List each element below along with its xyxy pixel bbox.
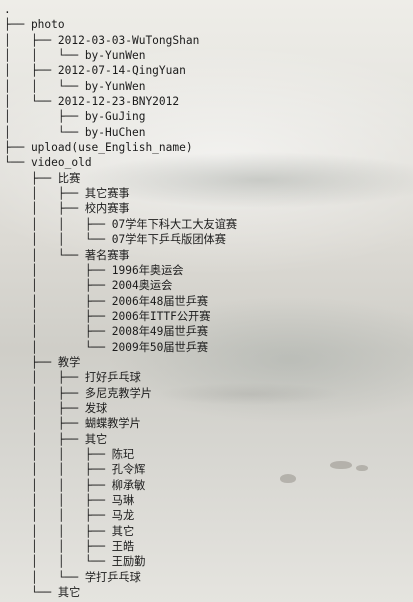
tree-line: │ ├── 打好乒乓球: [4, 371, 141, 385]
tree-line: │ ├── 2006年ITTF公开赛: [4, 309, 211, 323]
tree-line: └── video_old: [4, 156, 92, 170]
tree-line: │ └── by-HuChen: [4, 125, 146, 139]
tree-line: .: [4, 3, 11, 16]
tree-line: │ │ ├── 马琳: [4, 494, 135, 507]
tree-line: ├── 教学: [4, 355, 81, 369]
tree-line: └── 其它: [4, 586, 81, 600]
duck-shape: [356, 465, 368, 471]
tree-line: │ ├── 蝴蝶教学片: [4, 417, 141, 431]
tree-line: │ │ ├── 07学年下科大工大友谊赛: [4, 217, 238, 231]
tree-line: │ ├── 1996年奥运会: [4, 263, 184, 277]
duck-shape: [330, 461, 352, 469]
tree-line: │ ├── by-GuJing: [4, 110, 146, 124]
tree-line: │ │ └── by-YunWen: [4, 79, 146, 93]
tree-line: │ │ ├── 马龙: [4, 509, 135, 523]
tree-line: │ ├── 发球: [4, 401, 108, 415]
tree-line: │ ├── 其它赛事: [4, 187, 130, 201]
directory-tree: . ├── photo │ ├── 2012-03-03-WuTongShan │ │…: [4, 2, 237, 600]
tree-line: │ ├── 校内赛事: [4, 202, 130, 216]
tree-line: │ ├── 2012-07-14-QingYuan: [4, 64, 186, 78]
tree-line: │ │ └── by-YunWen: [4, 49, 146, 63]
tree-line: │ └── 著名赛事: [4, 248, 130, 262]
tree-line: ├── upload(use_English_name): [4, 141, 193, 155]
tree-line: │ │ ├── 陈玘: [4, 447, 135, 461]
tree-line: │ └── 2009年50届世乒赛: [4, 340, 209, 354]
tree-line: │ └── 2012-12-23-BNY2012: [4, 95, 180, 109]
tree-line: │ │ └── 07学年下乒乓版团体赛: [4, 233, 226, 247]
tree-line: │ ├── 2012-03-03-WuTongShan: [4, 33, 200, 47]
tree-line: │ ├── 2006年48届世乒赛: [4, 294, 209, 308]
tree-line: │ └── 学打乒乓球: [4, 570, 141, 584]
tree-line: ├── photo: [4, 18, 65, 32]
tree-line: │ │ ├── 其它: [4, 524, 135, 538]
tree-line: │ │ ├── 柳承敏: [4, 478, 146, 492]
tree-line: │ │ ├── 孔令辉: [4, 463, 146, 477]
duck-shape: [280, 474, 296, 483]
tree-line: ├── 比赛: [4, 171, 81, 185]
tree-line: │ ├── 2004奥运会: [4, 279, 173, 293]
tree-line: │ ├── 其它: [4, 432, 108, 446]
tree-line: │ ├── 多尼克教学片: [4, 386, 152, 400]
tree-line: │ │ └── 王励勤: [4, 555, 146, 569]
tree-line: │ ├── 2008年49届世乒赛: [4, 325, 209, 339]
tree-line: │ │ ├── 王皓: [4, 540, 135, 554]
